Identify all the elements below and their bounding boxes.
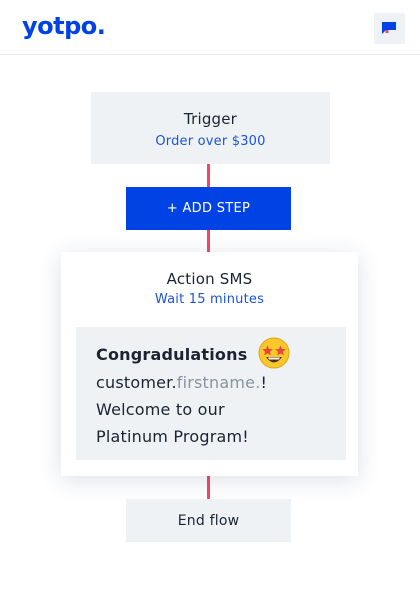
connector-line-1 <box>207 164 210 187</box>
sms-customer-prefix: customer. <box>96 372 177 392</box>
connector-line-3 <box>207 476 210 499</box>
sms-exclamation: ! <box>260 372 268 392</box>
end-flow-node[interactable]: End flow <box>126 499 291 542</box>
action-title: Action SMS <box>166 270 253 288</box>
yotpo-logo[interactable]: yotpo. <box>22 12 106 40</box>
connector-line-2 <box>207 230 210 252</box>
action-delay: Wait 15 minutes <box>154 292 265 307</box>
sms-message-preview[interactable]: Congradulations customer.firstname.! Wel… <box>76 327 346 460</box>
chat-button[interactable] <box>374 13 405 44</box>
sms-firstname-variable: firstname. <box>176 372 261 392</box>
trigger-node[interactable]: Trigger Order over $300 <box>91 92 330 164</box>
trigger-title: Trigger <box>183 110 238 128</box>
chat-bubble-icon <box>382 22 396 34</box>
add-step-button[interactable]: + ADD STEP <box>126 187 291 230</box>
sms-line-2: customer.firstname.! <box>96 369 291 396</box>
trigger-condition: Order over $300 <box>155 134 266 149</box>
action-sms-node[interactable]: Action SMS Wait 15 minutes Congradulatio… <box>61 252 358 476</box>
sms-line-1: Congradulations <box>96 337 291 369</box>
sms-line-3: Welcome to our <box>96 399 225 419</box>
star-struck-emoji-icon <box>258 337 290 368</box>
sms-greeting: Congradulations <box>96 345 248 364</box>
sms-line-4: Platinum Program! <box>96 426 249 446</box>
app-header: yotpo. <box>0 0 420 55</box>
sms-message-text: Congradulations customer.firstname.! Wel… <box>96 337 291 450</box>
